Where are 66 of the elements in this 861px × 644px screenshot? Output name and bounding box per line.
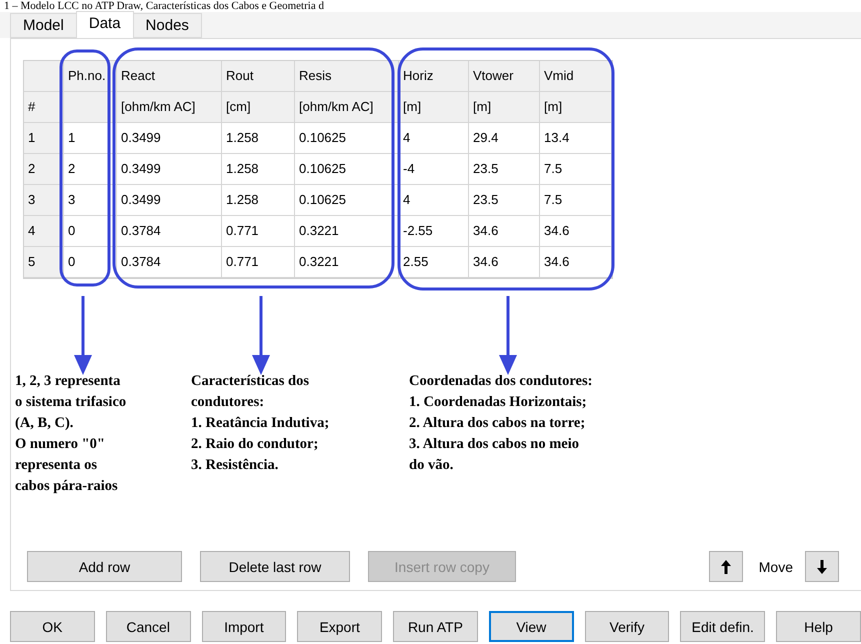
- tab[interactable]: Nodes: [132, 13, 202, 38]
- table-cell[interactable]: 7.5: [540, 154, 612, 185]
- table-cell[interactable]: 2.55: [399, 247, 469, 278]
- annotation-text: Coordenadas dos condutores: 1. Coordenadas Horizontais; 2. Altura dos cabos na torre; 3. Altura dos cabos no meio do vão.: [409, 372, 594, 475]
- table-cell[interactable]: 4: [399, 185, 469, 216]
- row-number: 4: [24, 216, 64, 247]
- table-cell[interactable]: 0.3499: [117, 154, 222, 185]
- up-arrow-icon: [720, 558, 732, 574]
- move-label: Move: [758, 558, 793, 574]
- subheader-cell: [ohm/km AC]: [117, 92, 222, 123]
- header-cell: React: [117, 61, 222, 92]
- row-number: 5: [24, 247, 64, 278]
- subheader-cell: [ohm/km AC]: [295, 92, 399, 123]
- table-cell[interactable]: 1.258: [222, 123, 295, 154]
- dialog-button[interactable]: Import: [202, 611, 286, 642]
- annotation-text: Características dos condutores: 1. Reatância Indutiva; 2. Raio do condutor; 3. Resistência.: [191, 372, 330, 475]
- table-cell[interactable]: 34.6: [469, 216, 540, 247]
- header-cell: Resis: [295, 61, 399, 92]
- caption-text: 1 – Modelo LCC no ATP Draw, Características dos Cabos e Geometria d: [3, 0, 325, 12]
- subheader-cell: [cm]: [222, 92, 295, 123]
- table-cell[interactable]: -4: [399, 154, 469, 185]
- dialog-button[interactable]: Export: [297, 611, 382, 642]
- dialog-button[interactable]: Run ATP: [393, 611, 478, 642]
- dialog-button[interactable]: View: [488, 611, 574, 642]
- table-cell[interactable]: 0.771: [222, 247, 295, 278]
- dialog-button[interactable]: Cancel: [106, 611, 191, 642]
- down-arrow-icon: [816, 558, 828, 574]
- table-cell[interactable]: 0.3499: [117, 123, 222, 154]
- table-cell[interactable]: 34.6: [540, 247, 612, 278]
- table-cell[interactable]: 29.4: [469, 123, 540, 154]
- table-cell[interactable]: 1.258: [222, 154, 295, 185]
- subheader-cell: [m]: [399, 92, 469, 123]
- header-cell: Vtower: [469, 61, 540, 92]
- table-cell[interactable]: 4: [399, 123, 469, 154]
- table-cell[interactable]: -2.55: [399, 216, 469, 247]
- table-cell[interactable]: 34.6: [469, 247, 540, 278]
- row-number: 1: [24, 123, 64, 154]
- header-cell: Vmid: [540, 61, 612, 92]
- annotation-text: 1, 2, 3 representa o sistema trifasico (A, B, C). O numero "0" representa os cabos pára-raios: [15, 372, 128, 496]
- tab[interactable]: Model: [10, 13, 77, 38]
- dialog-button[interactable]: Edit defin.: [680, 611, 766, 642]
- table-cell[interactable]: 23.5: [469, 154, 540, 185]
- subheader-cell: [m]: [540, 92, 612, 123]
- row-number: 2: [24, 154, 64, 185]
- move-up-button[interactable]: [708, 551, 743, 582]
- table-cell[interactable]: 0.3784: [117, 216, 222, 247]
- subheader-cell: [m]: [469, 92, 540, 123]
- header-cell: Horiz: [399, 61, 469, 92]
- table-cell[interactable]: 34.6: [540, 216, 612, 247]
- tab[interactable]: Data: [76, 11, 134, 38]
- dialog-button[interactable]: Help: [776, 611, 861, 642]
- move-down-button[interactable]: [805, 551, 839, 582]
- table-cell[interactable]: 23.5: [469, 185, 540, 216]
- header-cell: Rout: [222, 61, 295, 92]
- row-number: 3: [24, 185, 64, 216]
- dialog-button[interactable]: Verify: [584, 611, 670, 642]
- dialog-button[interactable]: OK: [10, 611, 95, 642]
- table-cell[interactable]: 1.258: [222, 185, 295, 216]
- table-cell[interactable]: 0.3784: [117, 247, 222, 278]
- subheader-cell: #: [24, 92, 64, 123]
- table-cell[interactable]: 7.5: [540, 185, 612, 216]
- table-cell[interactable]: 0.3499: [117, 185, 222, 216]
- row-button[interactable]: Add row: [27, 551, 182, 582]
- table-cell[interactable]: 0.771: [222, 216, 295, 247]
- row-button[interactable]: Delete last row: [200, 551, 350, 582]
- table-cell[interactable]: 13.4: [540, 123, 612, 154]
